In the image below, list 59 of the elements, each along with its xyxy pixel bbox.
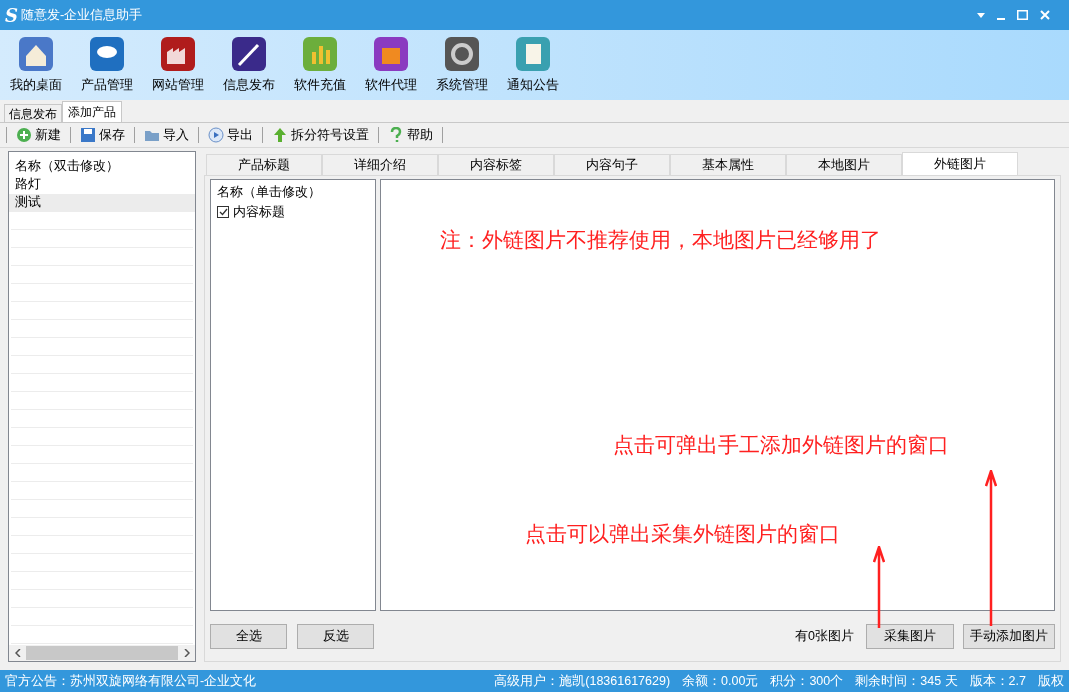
nav-button[interactable]: 软件充值 (288, 36, 352, 95)
action-button[interactable]: 手动添加图片 (963, 623, 1055, 649)
image-count: 有0张图片 (795, 627, 854, 645)
select-button[interactable]: 反选 (297, 623, 374, 649)
document-tab[interactable]: 信息发布 (4, 104, 62, 122)
annotation-text: 注：外链图片不推荐使用，本地图片已经够用了 (440, 227, 881, 253)
checkbox[interactable] (217, 206, 229, 218)
list-header: 名称（双击修改） (14, 158, 120, 176)
play-icon (208, 127, 224, 143)
nav-button[interactable]: 通知公告 (501, 36, 565, 95)
toolbar-button[interactable]: 导入 (143, 125, 190, 145)
floppy-icon (80, 127, 96, 143)
notice-text: 官方公告：苏州双旋网络有限公司-企业文化 (5, 672, 257, 690)
tab[interactable]: 详细介绍 (322, 154, 438, 175)
toolbar-button[interactable]: 帮助 (387, 125, 434, 145)
nav-button[interactable]: 我的桌面 (4, 36, 68, 95)
dropdown-icon[interactable] (977, 12, 985, 18)
toolbar-button[interactable]: 新建 (15, 125, 62, 145)
tab[interactable]: 产品标题 (206, 154, 322, 175)
select-button[interactable]: 全选 (210, 623, 287, 649)
plus-icon (16, 127, 32, 143)
nav-button[interactable]: 信息发布 (217, 36, 281, 95)
status-text: 积分：300个 (770, 672, 844, 690)
status-text: 版本：2.7 (969, 672, 1026, 690)
action-button[interactable]: 采集图片 (866, 623, 954, 649)
checkbox-item[interactable]: 内容标题 (217, 202, 369, 222)
close-icon[interactable] (1040, 10, 1050, 20)
note-icon (515, 36, 551, 72)
nav-button[interactable]: 网站管理 (146, 36, 210, 95)
app-logo: S (5, 3, 18, 28)
list-header: 名称（单击修改） (217, 184, 322, 202)
maximize-icon[interactable] (1017, 10, 1028, 20)
toolbar-button[interactable]: 保存 (79, 125, 126, 145)
nav-button[interactable]: 软件代理 (359, 36, 423, 95)
factory-icon (160, 36, 196, 72)
document-tab[interactable]: 添加产品 (62, 101, 122, 122)
nav-button[interactable]: 产品管理 (75, 36, 139, 95)
tab[interactable]: 内容句子 (554, 154, 670, 175)
home-icon (18, 36, 54, 72)
tab[interactable]: 内容标签 (438, 154, 554, 175)
horizontal-scrollbar[interactable] (9, 645, 195, 661)
status-text: 剩余时间：345 天 (855, 672, 958, 690)
tab[interactable]: 基本属性 (670, 154, 786, 175)
window-title: 随意发-企业信息助手 (21, 6, 143, 25)
toolbar-button[interactable]: 拆分符号设置 (271, 125, 370, 145)
tab[interactable]: 本地图片 (786, 154, 902, 175)
help-icon (388, 127, 404, 143)
list-row[interactable]: 测试 (9, 194, 195, 212)
toolbar-button[interactable]: 导出 (207, 125, 254, 145)
up-arrow-icon (272, 127, 288, 143)
wand-icon (231, 36, 267, 72)
nav-button[interactable]: 系统管理 (430, 36, 494, 95)
tab[interactable]: 外链图片 (902, 152, 1018, 175)
cloud-icon (89, 36, 125, 72)
status-text: 余额：0.00元 (682, 672, 759, 690)
annotation-text: 点击可以弹出采集外链图片的窗口 (525, 521, 840, 547)
status-text: 高级用户：施凯(18361617629) (494, 672, 671, 690)
status-text: 版权 (1038, 672, 1064, 690)
annotation-text: 点击可弹出手工添加外链图片的窗口 (613, 432, 949, 458)
